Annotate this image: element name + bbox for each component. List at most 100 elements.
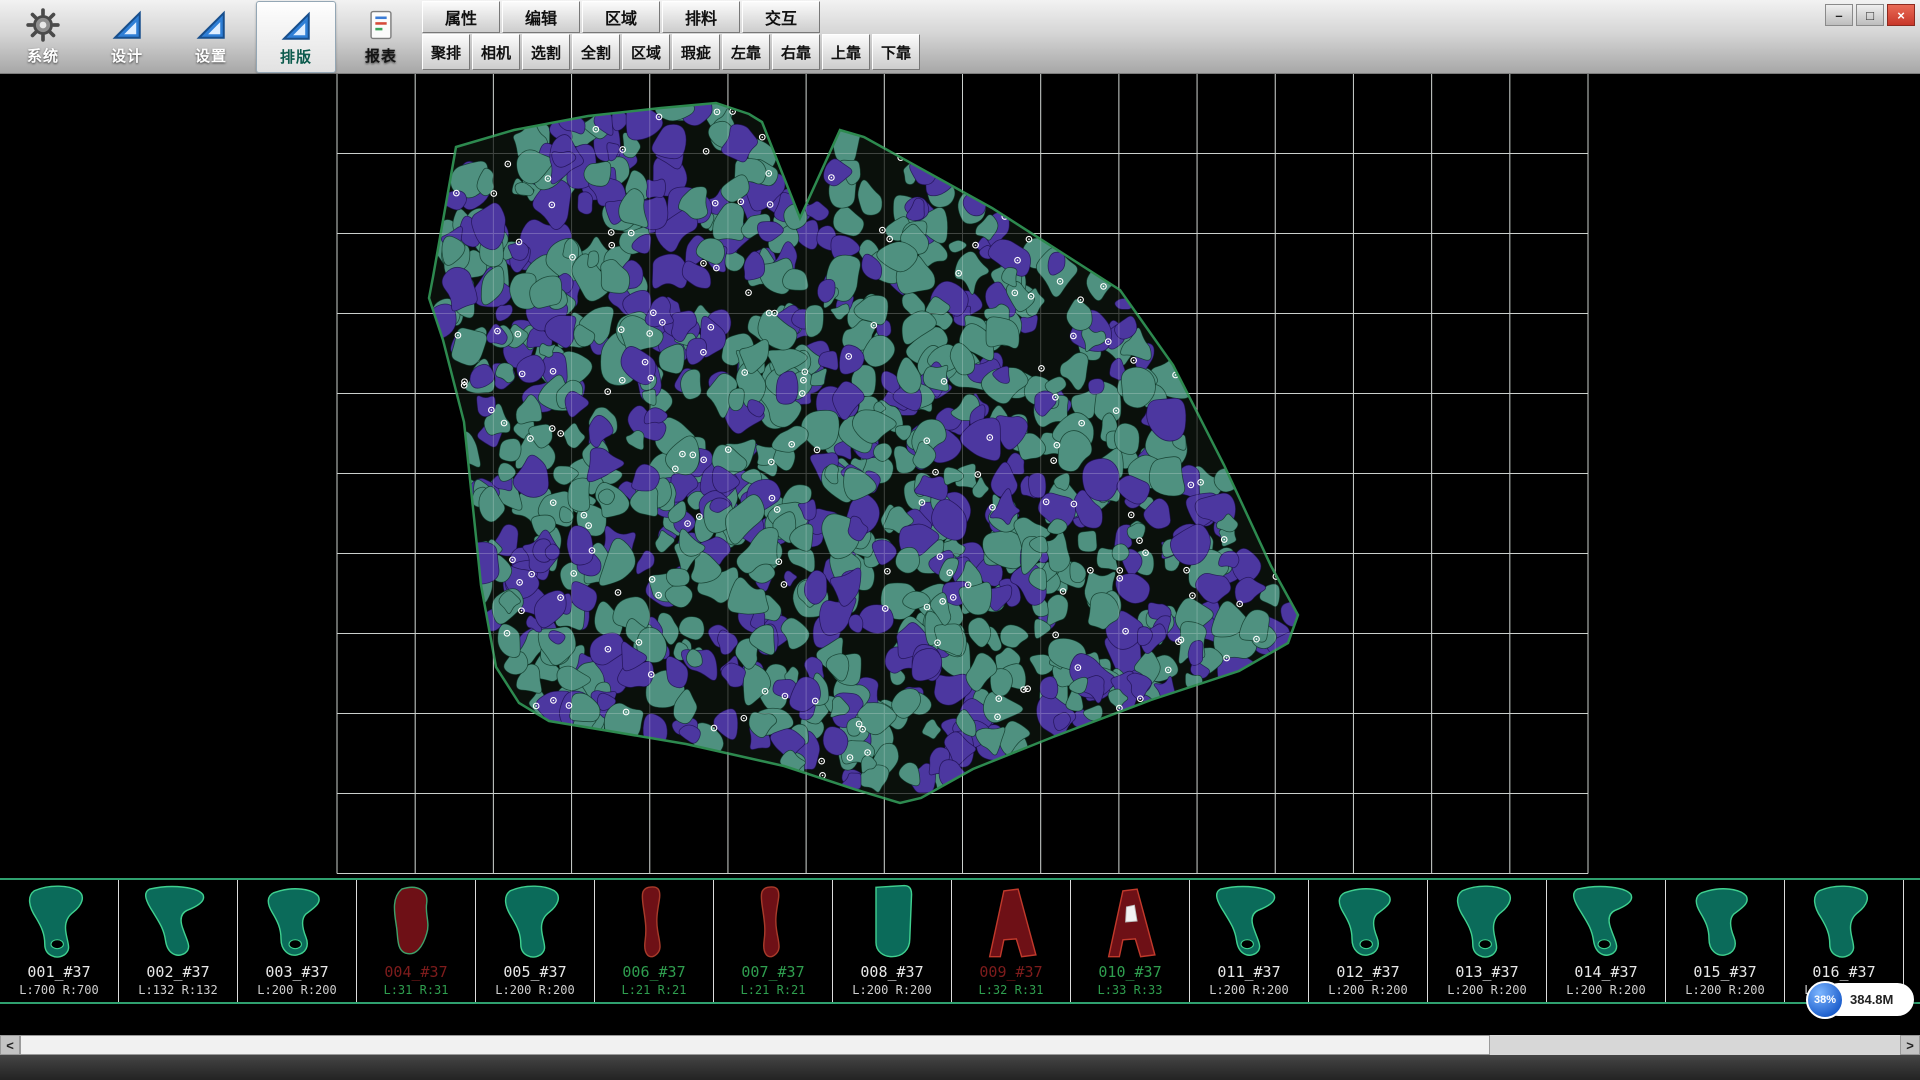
part-name-label: 006_#37 [622,962,685,982]
main-tab-layout[interactable]: 排版 [256,1,336,73]
part-thumbnail-008_#37[interactable]: 008_#37L:200 R:200 [833,880,952,1002]
part-shape [1439,882,1535,962]
part-name-label: 008_#37 [860,962,923,982]
menu-button-edit[interactable]: 编辑 [502,1,580,33]
part-thumbnail-009_#37[interactable]: 009_#37L:32 R:31 [952,880,1071,1002]
part-thumbnail-002_#37[interactable]: 002_#37L:132 R:132 [119,880,238,1002]
menu-button-interact[interactable]: 交互 [742,1,820,33]
minimize-button[interactable]: – [1825,4,1853,26]
part-hole [1241,940,1253,949]
part-shape [487,882,583,962]
menu-button-region[interactable]: 区域 [622,34,670,70]
scroll-left-icon[interactable]: < [0,1035,20,1055]
part-name-label: 010_#37 [1098,962,1161,982]
main-toolbar: 系统设计 设置 排版报表 [4,1,420,71]
window-controls: – □ × [1825,4,1915,26]
menu-button-align-top[interactable]: 上靠 [822,34,870,70]
part-thumbnail-006_#37[interactable]: 006_#37L:21 R:21 [595,880,714,1002]
part-thumbnail-003_#37[interactable]: 003_#37L:200 R:200 [238,880,357,1002]
menu-button-align-bottom[interactable]: 下靠 [872,34,920,70]
part-thumbnail-011_#37[interactable]: 011_#37L:200 R:200 [1190,880,1309,1002]
ruler-icon [194,7,228,43]
memory-usage-badge: 384.8M 38% [1806,980,1916,1020]
part-lr-count: L:200 R:200 [1447,982,1526,998]
part-lr-count: L:700 R:700 [19,982,98,998]
part-name-label: 004_#37 [384,962,447,982]
part-shape [963,882,1059,962]
main-tab-system[interactable]: 系统 [4,1,82,71]
main-tab-label: 设计 [111,45,143,66]
part-name-label: 013_#37 [1455,962,1518,982]
part-thumbnail-001_#37[interactable]: 001_#37L:700 R:700 [0,880,119,1002]
part-name-label: 001_#37 [27,962,90,982]
menu-button-cut-selected[interactable]: 选割 [522,34,570,70]
part-name-label: 014_#37 [1574,962,1637,982]
part-lr-count: L:200 R:200 [1566,982,1645,998]
part-thumbnail-013_#37[interactable]: 013_#37L:200 R:200 [1428,880,1547,1002]
scrollbar-thumb[interactable] [20,1035,1490,1055]
part-name-label: 012_#37 [1336,962,1399,982]
part-thumbnail-007_#37[interactable]: 007_#37L:21 R:21 [714,880,833,1002]
nesting-canvas[interactable] [0,73,1920,878]
part-shape [368,882,464,962]
part-thumbnail-014_#37[interactable]: 014_#37L:200 R:200 [1547,880,1666,1002]
part-lr-count: L:200 R:200 [1328,982,1407,998]
menu-row-primary: 属性编辑区域排料交互 [422,1,822,33]
menu-button-properties[interactable]: 属性 [422,1,500,33]
menu-button-cluster-nest[interactable]: 聚排 [422,34,470,70]
part-thumbnail-010_#37[interactable]: 010_#37L:33 R:33 [1071,880,1190,1002]
menu-button-region[interactable]: 区域 [582,1,660,33]
part-name-label: 002_#37 [146,962,209,982]
gear-icon [26,7,60,43]
part-name-label: 016_#37 [1812,962,1875,982]
part-lr-count: L:200 R:200 [1685,982,1764,998]
horizontal-scrollbar[interactable]: < > [0,1035,1920,1055]
main-tab-label: 设置 [195,45,227,66]
part-name-label: 003_#37 [265,962,328,982]
menu-button-defect[interactable]: 瑕疵 [672,34,720,70]
scroll-right-icon[interactable]: > [1900,1035,1920,1055]
part-shape [606,882,702,962]
main-tab-label: 报表 [365,45,397,66]
part-thumbnail-015_#37[interactable]: 015_#37L:200 R:200 [1666,880,1785,1002]
part-shape [11,882,107,962]
menu-button-align-right[interactable]: 右靠 [772,34,820,70]
part-hole [51,940,63,949]
part-shape [1796,882,1892,962]
part-hole [1479,940,1491,949]
main-tab-settings[interactable]: 设置 [172,1,250,71]
ruler-icon [110,7,144,43]
part-name-label: 015_#37 [1693,962,1756,982]
part-shape [1201,882,1297,962]
main-tab-design[interactable]: 设计 [88,1,166,71]
part-lr-count: L:132 R:132 [138,982,217,998]
parts-strip: 001_#37L:700 R:700002_#37L:132 R:132003_… [0,878,1920,1004]
menu-button-nesting[interactable]: 排料 [662,1,740,33]
part-shape [130,882,226,962]
part-shape [725,882,821,962]
ruler-icon [279,8,313,44]
part-shape [1558,882,1654,962]
part-name-label: 005_#37 [503,962,566,982]
part-thumbnail-004_#37[interactable]: 004_#37L:31 R:31 [357,880,476,1002]
main-tab-report[interactable]: 报表 [342,1,420,71]
titlebar: 系统设计设置排版报表 属性编辑区域排料交互 聚排相机选割全割区域瑕疵左靠右靠上靠… [0,0,1920,74]
part-shape [844,882,940,962]
part-lr-count: L:200 R:200 [257,982,336,998]
report-icon [364,7,398,43]
menu-row-secondary: 聚排相机选割全割区域瑕疵左靠右靠上靠下靠 [422,34,922,70]
bottom-frame-bar [0,1055,1920,1080]
part-thumbnail-012_#37[interactable]: 012_#37L:200 R:200 [1309,880,1428,1002]
menu-button-align-left[interactable]: 左靠 [722,34,770,70]
menu-button-cut-all[interactable]: 全割 [572,34,620,70]
part-thumbnail-005_#37[interactable]: 005_#37L:200 R:200 [476,880,595,1002]
nesting-canvas-svg [0,73,1920,878]
menu-button-camera[interactable]: 相机 [472,34,520,70]
part-hole [1598,940,1610,949]
close-button[interactable]: × [1887,4,1915,26]
part-shape [1677,882,1773,962]
part-hole [1360,940,1372,949]
part-lr-count: L:33 R:33 [1097,982,1162,998]
part-name-label: 007_#37 [741,962,804,982]
maximize-button[interactable]: □ [1856,4,1884,26]
